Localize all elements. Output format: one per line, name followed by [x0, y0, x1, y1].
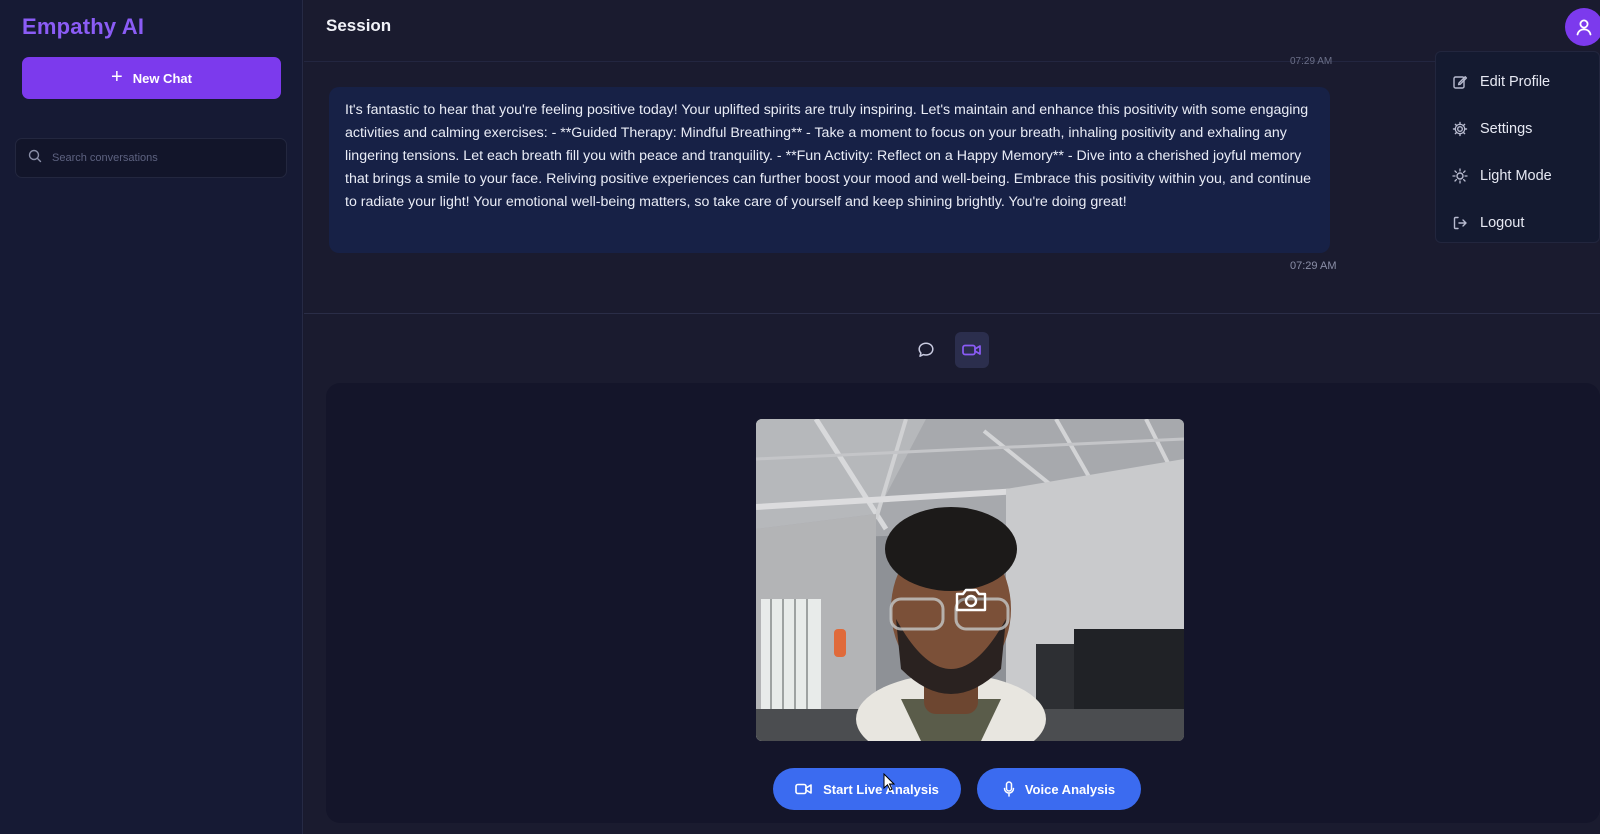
- mouse-cursor: [883, 773, 895, 791]
- analysis-buttons: Start Live Analysis Voice Analysis: [773, 768, 1141, 810]
- profile-avatar-button[interactable]: [1565, 8, 1600, 46]
- assistant-message: It's fantastic to hear that you're feeli…: [329, 87, 1330, 253]
- start-live-analysis-button[interactable]: Start Live Analysis: [773, 768, 961, 810]
- menu-item-logout[interactable]: Logout: [1436, 199, 1599, 246]
- menu-item-label: Light Mode: [1480, 167, 1552, 184]
- voice-analysis-button[interactable]: Voice Analysis: [977, 768, 1141, 810]
- search-box: [15, 138, 287, 178]
- video-camera-icon: [795, 783, 812, 795]
- camera-icon: [955, 588, 987, 612]
- logout-icon: [1453, 216, 1467, 229]
- voice-analysis-label: Voice Analysis: [1024, 781, 1116, 797]
- message-timestamp: 07:29 AM: [1290, 260, 1337, 272]
- video-camera-icon: [962, 344, 981, 356]
- search-icon: [28, 149, 42, 168]
- main-panel: Session 07:29 AM It's fantastic to hear …: [304, 0, 1600, 834]
- new-chat-label: New Chat: [132, 70, 192, 86]
- brand-logo: Empathy AI: [22, 14, 145, 39]
- menu-item-edit-profile[interactable]: Edit Profile: [1436, 58, 1599, 105]
- new-chat-button[interactable]: + New Chat: [22, 57, 281, 99]
- sidebar: Empathy AI + New Chat: [0, 0, 303, 834]
- microphone-icon: [1003, 781, 1015, 797]
- chat-bubble-icon: [918, 342, 934, 357]
- user-icon: [1576, 19, 1592, 36]
- search-input[interactable]: [52, 152, 272, 164]
- mode-toggle: [909, 330, 989, 370]
- menu-item-label: Logout: [1480, 214, 1525, 231]
- profile-menu: Edit Profile Settings Light Mode Logout: [1435, 51, 1600, 243]
- page-title: Session: [326, 16, 392, 35]
- edit-icon: [1453, 75, 1468, 89]
- video-analysis-panel: Start Live Analysis Voice Analysis: [326, 383, 1600, 823]
- plus-icon: +: [111, 66, 123, 88]
- menu-item-label: Edit Profile: [1480, 73, 1551, 90]
- chat-messages: 07:29 AM It's fantastic to hear that you…: [304, 56, 1600, 314]
- gear-icon: [1452, 121, 1468, 136]
- menu-item-settings[interactable]: Settings: [1436, 105, 1599, 152]
- sun-icon: [1452, 167, 1468, 184]
- start-live-analysis-label: Start Live Analysis: [823, 781, 939, 797]
- menu-item-light-mode[interactable]: Light Mode: [1436, 152, 1599, 199]
- menu-item-label: Settings: [1480, 120, 1533, 137]
- divider: [304, 313, 1600, 314]
- capture-photo-button[interactable]: [952, 585, 990, 615]
- camera-preview: [756, 419, 1184, 741]
- message-timestamp: 07:29 AM: [1290, 56, 1333, 67]
- top-bar: Session: [304, 0, 1600, 62]
- chat-mode-button[interactable]: [909, 332, 943, 368]
- webcam-feed-image: [756, 419, 1184, 741]
- video-mode-button[interactable]: [955, 332, 989, 368]
